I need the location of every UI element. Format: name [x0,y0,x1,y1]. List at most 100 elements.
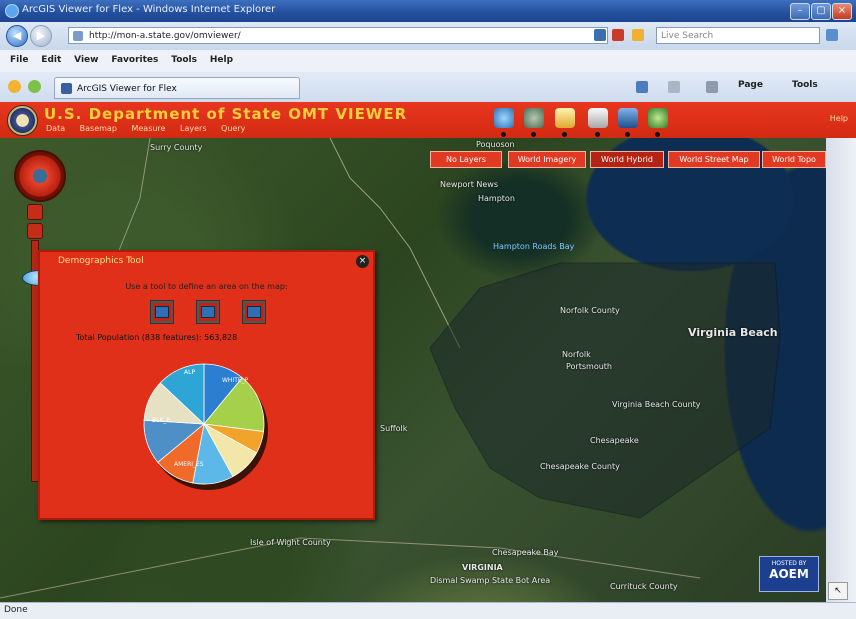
tab-row: ArcGIS Viewer for Flex Page Tools [0,72,856,103]
maximize-button[interactable]: ▢ [811,3,831,20]
rectangle-tool-button[interactable] [150,300,174,324]
tools-menu[interactable]: Tools [792,80,818,90]
chart-tool-icon[interactable] [618,108,638,137]
stop-icon[interactable] [612,29,624,41]
freehand-tool-button[interactable] [242,300,266,324]
zoom-out-button[interactable] [27,223,43,239]
label-chesapeake: Chesapeake [590,436,639,445]
basemap-world-topo[interactable]: World Topo [762,151,826,168]
popup-title: Demographics Tool [58,256,144,266]
favorites-star-icon[interactable] [8,80,21,93]
label-norfolk-county: Norfolk County [560,306,620,315]
search-icon[interactable] [826,29,838,41]
basemap-no-layers[interactable]: No Layers [430,151,502,168]
app-header: U.S. Department of State OMT VIEWER Data… [0,102,856,140]
print-tool-icon[interactable] [588,108,608,137]
search-input[interactable]: Live Search [656,27,820,44]
refresh-icon[interactable] [594,29,606,41]
label-vb-county: Virginia Beach County [612,400,701,409]
pan-navigation-ring[interactable] [14,150,66,202]
back-button[interactable]: ◀ [6,25,28,47]
state-department-seal-icon [7,105,38,136]
subnav-data[interactable]: Data [46,124,65,133]
resize-corner-icon[interactable]: ↖ [828,582,848,600]
page-margin [826,138,856,602]
page-menu[interactable]: Page [738,80,763,90]
window-title: ArcGIS Viewer for Flex - Windows Interne… [22,4,276,15]
status-text: Done [4,605,28,615]
basemap-world-hybrid[interactable]: World Hybrid [590,151,664,168]
home-icon[interactable] [636,81,648,93]
label-poquoson: Poquoson [476,140,515,149]
total-value: 563,828 [204,333,238,342]
label-surry: Surry County [150,143,203,152]
label-portsmouth: Portsmouth [566,362,612,371]
legend-tool-icon[interactable] [648,108,668,137]
minimize-button[interactable]: – [790,3,810,20]
menu-tools[interactable]: Tools [171,55,197,65]
hosted-line1: HOSTED BY [771,560,807,567]
globe-tool-icon[interactable] [494,108,514,137]
label-hampton: Hampton [478,194,515,203]
polygon-icon [201,306,215,318]
ie-icon [5,4,19,18]
menu-help[interactable]: Help [210,55,233,65]
hosted-by-badge[interactable]: HOSTED BY AOEM [759,556,819,592]
label-norfolk: Norfolk [562,350,591,359]
pie-label-0: ALP [184,369,195,376]
layers-tool-icon[interactable] [524,108,544,137]
pie-label-2: BLK_P [152,417,170,424]
polygon-tool-button[interactable] [196,300,220,324]
menu-bar: File Edit View Favorites Tools Help [0,50,856,73]
tab-page-icon [61,83,72,94]
feed-icon[interactable] [632,29,644,41]
feeds-icon[interactable] [668,81,680,93]
hosted-line2: AOEM [769,567,809,581]
label-virginia-beach: Virginia Beach [688,326,778,339]
subnav-measure[interactable]: Measure [131,124,165,133]
app-subnav: Data Basemap Measure Layers Query [46,124,257,133]
bookmark-tool-icon[interactable] [555,108,575,137]
label-dismal: Dismal Swamp State Bot Area [430,576,551,585]
page-icon [73,31,83,41]
demographics-popup: Demographics Tool × Use a tool to define… [38,250,375,520]
popup-close-icon[interactable]: × [356,255,369,268]
rectangle-icon [155,306,169,318]
population-pie-chart[interactable]: ALP WHITE_P BLK_P AMERI_ES [140,360,280,500]
label-chesapeake-bottom: Chesapeake Bay [492,548,559,557]
browser-tab[interactable]: ArcGIS Viewer for Flex [54,77,300,99]
subnav-layers[interactable]: Layers [180,124,206,133]
total-label: Total Population (838 features): [76,333,202,342]
label-suffolk: Suffolk [380,424,408,433]
help-link[interactable]: Help [830,114,848,123]
label-virginia: VIRGINIA [462,563,503,572]
address-bar[interactable]: http://mon-a.state.gov/omviewer/ [68,27,608,44]
forward-button[interactable]: ▶ [30,25,52,47]
address-row: ◀ ▶ http://mon-a.state.gov/omviewer/ Liv… [0,22,856,50]
close-button[interactable]: × [832,3,852,20]
label-hampton-roads: Hampton Roads Bay [493,242,575,251]
window-titlebar: ArcGIS Viewer for Flex - Windows Interne… [0,0,856,22]
menu-view[interactable]: View [74,55,98,65]
basemap-world-imagery[interactable]: World Imagery [508,151,586,168]
zoom-in-button[interactable] [27,204,43,220]
print-icon[interactable] [706,81,718,93]
tab-title: ArcGIS Viewer for Flex [77,84,177,94]
subnav-basemap[interactable]: Basemap [80,124,117,133]
label-chesapeake-county: Chesapeake County [540,462,620,471]
status-bar: Done [0,602,856,619]
menu-favorites[interactable]: Favorites [111,55,158,65]
pie-label-1: WHITE_P [222,377,249,384]
label-newport: Newport News [440,180,499,189]
menu-edit[interactable]: Edit [41,55,61,65]
address-text: http://mon-a.state.gov/omviewer/ [89,31,241,41]
map-canvas[interactable]: Surry County Poquoson Newport News Hampt… [0,138,826,602]
subnav-query[interactable]: Query [221,124,245,133]
basemap-world-street[interactable]: World Street Map [668,151,760,168]
add-favorite-icon[interactable] [28,80,41,93]
selection-polygon [429,262,781,519]
app-title: U.S. Department of State OMT VIEWER [44,105,408,123]
popup-instruction: Use a tool to define an area on the map: [125,282,288,291]
menu-file[interactable]: File [10,55,28,65]
pie-label-3: AMERI_ES [174,461,204,468]
